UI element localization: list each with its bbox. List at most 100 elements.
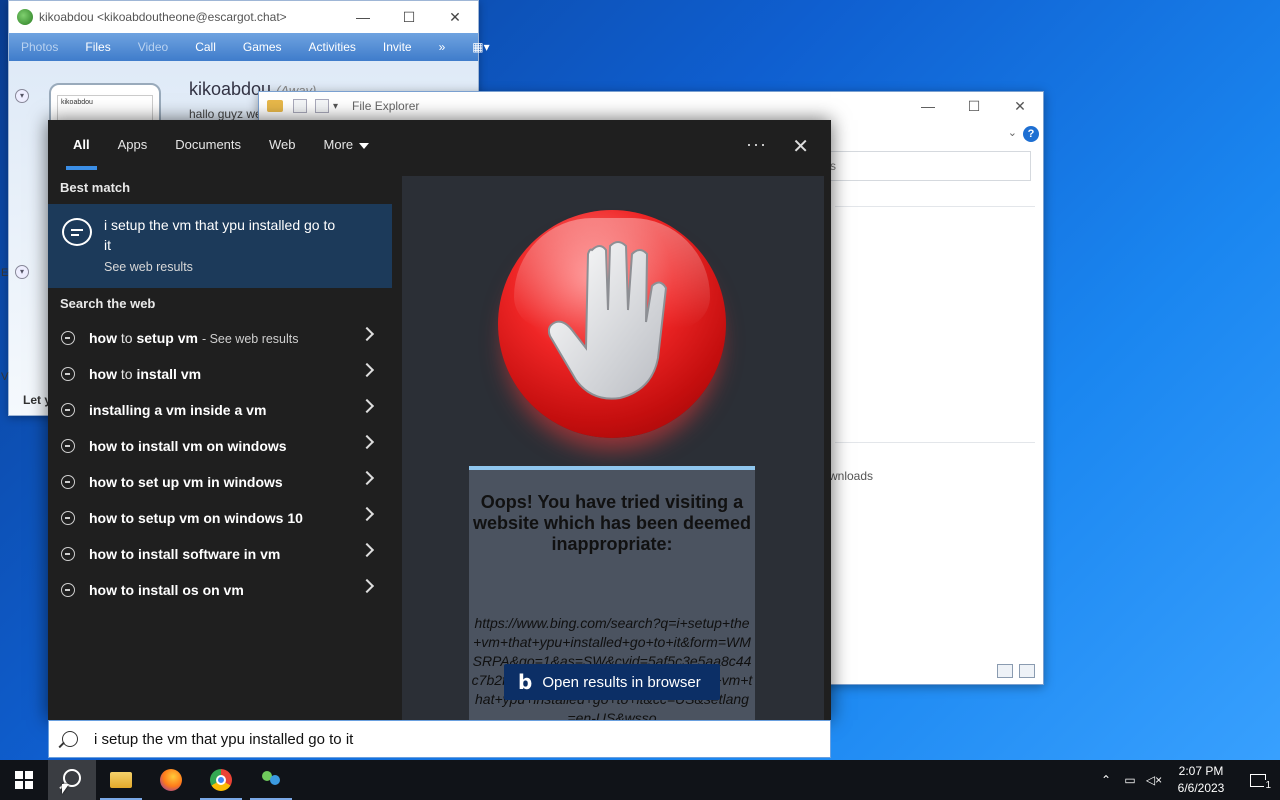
- chevron-right-icon[interactable]: [359, 578, 375, 594]
- new-folder-icon[interactable]: [315, 99, 329, 113]
- ribbon-expand-icon[interactable]: ⌄: [1008, 126, 1017, 139]
- more-tabs-button[interactable]: »: [439, 40, 446, 54]
- tab-files[interactable]: Files: [85, 40, 110, 54]
- chevron-right-icon[interactable]: [359, 542, 375, 558]
- help-icon[interactable]: ?: [1023, 126, 1039, 142]
- search-suggestion-icon: [61, 511, 75, 525]
- downloads-item[interactable]: wnloads: [829, 469, 873, 483]
- suggestion-text: how to install software in vm: [89, 546, 281, 562]
- search-panel: All Apps Documents Web More ··· ✕ Best m…: [48, 120, 831, 740]
- chevron-right-icon[interactable]: [359, 506, 375, 522]
- bing-icon: b: [518, 670, 533, 694]
- best-match-title: i setup the vm that ypu installed go to …: [104, 217, 336, 253]
- tab-more[interactable]: More: [324, 120, 370, 172]
- folder-icon: [110, 772, 132, 788]
- expand-icon[interactable]: ▾: [15, 89, 29, 103]
- search-suggestion-icon: [61, 403, 75, 417]
- close-button[interactable]: ✕: [432, 1, 478, 33]
- tab-video[interactable]: Video: [138, 40, 168, 54]
- messenger-title: kikoabdou <kikoabdoutheone@escargot.chat…: [39, 10, 287, 24]
- file-explorer-taskbar-button[interactable]: [96, 760, 146, 800]
- file-explorer-titlebar[interactable]: ▾ File Explorer — ☐ ✕: [259, 92, 1043, 120]
- more-options-button[interactable]: ···: [746, 134, 767, 155]
- messenger-titlebar[interactable]: kikoabdou <kikoabdoutheone@escargot.chat…: [9, 1, 478, 33]
- maximize-button[interactable]: ☐: [951, 98, 997, 115]
- tab-web[interactable]: Web: [269, 120, 296, 172]
- web-suggestion-item[interactable]: how to set up vm in windows: [48, 464, 392, 500]
- large-icons-view-icon[interactable]: [1019, 664, 1035, 678]
- search-tabs: All Apps Documents Web More ··· ✕: [48, 120, 831, 172]
- tab-all[interactable]: All: [66, 120, 97, 172]
- clock-date: 6/6/2023: [1177, 781, 1225, 795]
- web-suggestion-item[interactable]: how to install vm: [48, 356, 392, 392]
- search-input[interactable]: [92, 729, 776, 749]
- chevron-right-icon[interactable]: [359, 326, 375, 342]
- tab-photos[interactable]: Photos: [21, 40, 58, 54]
- personal-message: hallo guyz we: [189, 107, 262, 121]
- close-button[interactable]: ✕: [997, 98, 1043, 115]
- chevron-up-icon[interactable]: ⌃: [1094, 773, 1118, 787]
- messenger-app-icon: [17, 9, 33, 25]
- chevron-right-icon[interactable]: [359, 434, 375, 450]
- expand-icon[interactable]: ▾: [15, 265, 29, 279]
- web-suggestion-item[interactable]: how to setup vm - See web results: [48, 320, 392, 356]
- minimize-button[interactable]: —: [340, 1, 386, 33]
- tab-games[interactable]: Games: [243, 40, 282, 54]
- tab-documents[interactable]: Documents: [175, 120, 241, 172]
- maximize-button[interactable]: ☐: [386, 1, 432, 33]
- tab-call[interactable]: Call: [195, 40, 216, 54]
- quick-access-dropdown-icon[interactable]: ▾: [333, 101, 338, 112]
- side-letter: V: [1, 371, 9, 383]
- web-suggestion-item[interactable]: installing a vm inside a vm: [48, 392, 392, 428]
- tab-activities[interactable]: Activities: [309, 40, 356, 54]
- file-explorer-title: File Explorer: [352, 99, 420, 113]
- best-match-item[interactable]: i setup the vm that ypu installed go to …: [48, 204, 392, 288]
- chrome-icon: [210, 769, 232, 791]
- action-center-button[interactable]: 1: [1236, 773, 1280, 791]
- close-search-button[interactable]: ✕: [792, 134, 809, 159]
- folder-icon: [267, 100, 283, 112]
- tab-invite[interactable]: Invite: [383, 40, 412, 54]
- suggestion-text: how to install vm: [89, 366, 202, 382]
- chevron-right-icon[interactable]: [359, 470, 375, 486]
- volume-muted-icon[interactable]: ◁×: [1142, 773, 1166, 787]
- options-menu-icon[interactable]: ▦▾: [472, 40, 489, 54]
- properties-icon[interactable]: [293, 99, 307, 113]
- search-suggestion-icon: [61, 331, 75, 345]
- footer-text: Let y: [23, 393, 52, 407]
- chevron-right-icon[interactable]: [359, 362, 375, 378]
- warning-title: Oops! You have tried visiting a website …: [472, 492, 752, 554]
- minimize-button[interactable]: —: [905, 98, 951, 114]
- start-button[interactable]: [0, 760, 48, 800]
- best-match-subtitle: See web results: [104, 260, 193, 274]
- network-icon[interactable]: ▭: [1118, 773, 1142, 787]
- hand-icon: [548, 241, 668, 400]
- stop-hand-icon: [498, 210, 726, 438]
- firefox-taskbar-button[interactable]: [146, 760, 196, 800]
- search-suggestion-icon: [61, 439, 75, 453]
- search-box[interactable]: [48, 720, 831, 758]
- notification-count: 1: [1264, 779, 1272, 791]
- web-suggestion-item[interactable]: how to install software in vm: [48, 536, 392, 572]
- tab-apps[interactable]: Apps: [118, 120, 148, 172]
- details-view-icon[interactable]: [997, 664, 1013, 678]
- messenger-taskbar-button[interactable]: [246, 760, 296, 800]
- search-suggestion-icon: [61, 475, 75, 489]
- open-results-in-browser-button[interactable]: b Open results in browser: [504, 664, 720, 700]
- clock[interactable]: 2:07 PM 6/6/2023: [1166, 763, 1236, 797]
- search-taskbar-button[interactable]: [48, 760, 96, 800]
- web-suggestion-item[interactable]: how to install vm on windows: [48, 428, 392, 464]
- open-button-label: Open results in browser: [542, 673, 701, 691]
- suggestion-text: installing a vm inside a vm: [89, 402, 267, 418]
- mouse-cursor: [62, 784, 69, 794]
- messenger-toolbar: Photos Files Video Call Games Activities…: [9, 33, 490, 61]
- windows-icon: [15, 771, 33, 789]
- side-letter: E: [1, 267, 9, 279]
- chrome-taskbar-button[interactable]: [196, 760, 246, 800]
- web-suggestion-item[interactable]: how to setup vm on windows 10: [48, 500, 392, 536]
- web-suggestion-item[interactable]: how to install os on vm: [48, 572, 392, 608]
- search-input[interactable]: s: [827, 151, 1031, 181]
- chat-icon: [62, 218, 92, 246]
- messenger-icon: [260, 771, 282, 789]
- chevron-right-icon[interactable]: [359, 398, 375, 414]
